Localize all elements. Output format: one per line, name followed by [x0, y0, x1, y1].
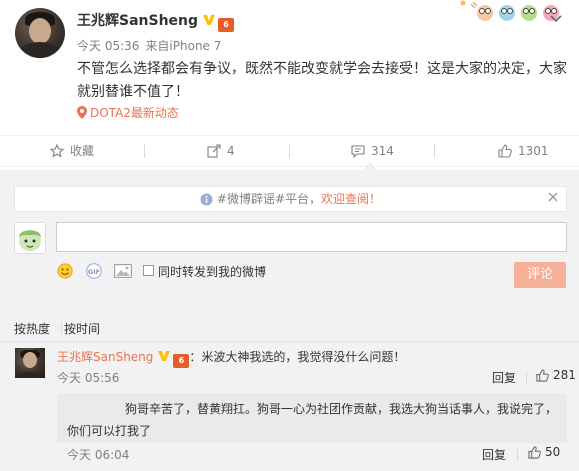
notice-text: #微博辟谣#平台，	[216, 192, 322, 206]
forward-button[interactable]: 4	[207, 136, 235, 166]
post-source[interactable]: iPhone 7	[169, 39, 221, 53]
comment-submit-button[interactable]: 评论	[514, 262, 566, 288]
thumbs-up-icon	[498, 144, 512, 158]
post-topic-link[interactable]: DOTA2最新动态	[77, 104, 179, 121]
emoji-icon[interactable]	[57, 263, 73, 279]
like-count: 1301	[518, 144, 549, 158]
favorite-label: 收藏	[70, 144, 95, 158]
avatar-photo-icon	[17, 350, 43, 378]
chevron-down-icon[interactable]	[548, 10, 564, 26]
comment-text: ：米波大神我选的，我觉得没什么问题！	[189, 350, 406, 364]
comment-button[interactable]: 314	[351, 136, 394, 166]
notice-link[interactable]: 欢迎查阅！	[321, 192, 381, 206]
comment-action-divider	[526, 372, 527, 384]
like-button[interactable]: 1301	[498, 136, 549, 166]
forward-icon	[207, 144, 221, 158]
comment-icon	[351, 145, 365, 159]
member-level-badge[interactable]: 6	[218, 18, 235, 32]
sort-underline	[0, 341, 579, 342]
svg-text:GIF: GIF	[88, 268, 100, 276]
member-level-badge[interactable]: 6	[173, 354, 190, 368]
rumor-notice-banner: #微博辟谣#平台，欢迎查阅！	[14, 186, 567, 212]
comment-like-count: 281	[553, 368, 576, 382]
forward-count: 4	[227, 144, 235, 158]
thumbs-up-icon	[528, 446, 541, 459]
comment-author-avatar[interactable]	[15, 348, 45, 378]
comment-sort-bar: 按热度 按时间	[14, 320, 100, 337]
info-icon	[200, 193, 213, 206]
comment-count: 314	[371, 144, 394, 158]
sub-comment-text: 狗哥辛苦了，替黄翔扛。狗哥一心为社团作贡献，我选大狗当话事人，我说完了，你们可以…	[67, 398, 562, 442]
sort-by-time-tab[interactable]: 按时间	[64, 322, 100, 336]
sort-divider	[61, 322, 62, 334]
comment-input[interactable]	[56, 222, 567, 252]
sub-comment-body: 狗哥辛苦了，替黄翔扛。狗哥一心为社团作贡献，我选大狗当话事人，我说完了，你们可以…	[67, 402, 558, 438]
forward-to-my-weibo-label[interactable]: 同时转发到我的微博	[158, 263, 266, 280]
sub-comment-reply-button[interactable]: 回复	[482, 446, 506, 463]
image-icon[interactable]	[114, 264, 132, 278]
post-content: 不管怎么选择都会有争议，既然不能改变就学会去接受！这是大家的决定，大家就别替谁不…	[77, 61, 567, 100]
comment-action-divider	[517, 449, 518, 461]
location-pin-icon	[77, 106, 87, 119]
thumbs-up-icon	[536, 369, 549, 382]
default-avatar-icon	[15, 223, 45, 253]
action-divider	[289, 144, 290, 158]
star-icon	[49, 143, 65, 158]
post-author-name-text[interactable]: 王兆辉SanSheng	[77, 13, 198, 29]
gif-icon[interactable]: GIF	[86, 263, 102, 279]
post-time[interactable]: 今天 05:36	[77, 39, 139, 53]
comment-time: 今天 05:56	[57, 371, 120, 385]
comment-item: 王兆辉SanSheng 6 ：米波大神我选的，我觉得没什么问题！	[57, 347, 405, 368]
current-user-avatar[interactable]	[14, 222, 46, 254]
action-divider	[144, 144, 145, 158]
post-source-prefix: 来自	[145, 39, 170, 53]
post-topic-text[interactable]: DOTA2最新动态	[90, 106, 179, 120]
verified-v-icon	[158, 351, 171, 361]
forward-to-my-weibo-checkbox[interactable]	[143, 265, 154, 276]
close-icon[interactable]	[547, 191, 559, 203]
sub-comment-like-count: 50	[545, 445, 561, 459]
verified-v-icon	[203, 15, 216, 25]
post-meta: 今天 05:36 来自iPhone 7	[77, 37, 227, 54]
favorite-button[interactable]: 收藏	[49, 136, 95, 166]
post-author-avatar[interactable]	[15, 8, 65, 58]
comment-author-name[interactable]: 王兆辉SanSheng	[57, 350, 153, 364]
action-divider	[434, 144, 435, 158]
comment-panel-pointer	[364, 163, 376, 170]
sub-comment-time: 今天 06:04	[67, 448, 130, 462]
comment-like-button[interactable]: 281	[536, 368, 576, 382]
post-author-name[interactable]: 王兆辉SanSheng 6	[77, 10, 235, 32]
post-action-bar: 收藏 4 314 1301	[0, 135, 579, 167]
comment-reply-button[interactable]: 回复	[492, 369, 516, 386]
sort-by-hot-tab[interactable]: 按热度	[14, 322, 50, 336]
sub-comment-like-button[interactable]: 50	[528, 445, 560, 459]
